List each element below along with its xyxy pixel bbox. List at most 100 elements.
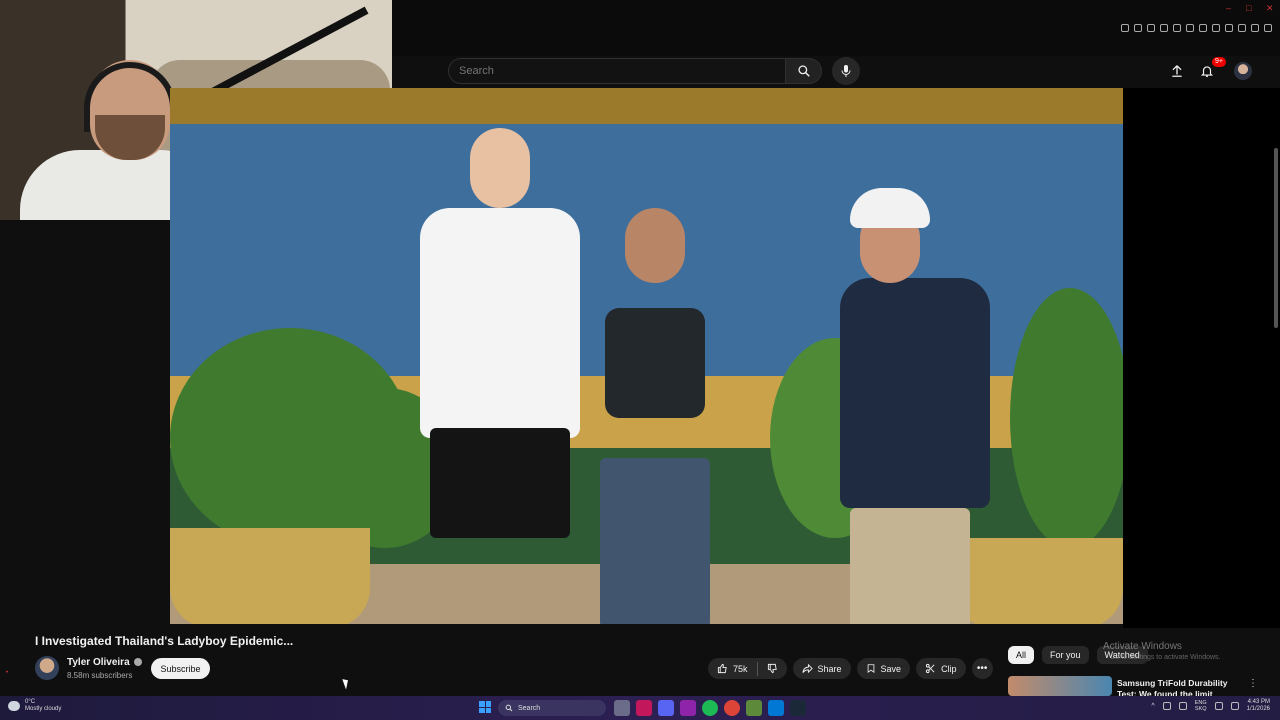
yt-header: 9+ bbox=[392, 56, 1280, 88]
minecraft-icon[interactable] bbox=[746, 700, 762, 716]
video-player[interactable] bbox=[170, 88, 1123, 624]
white-cap bbox=[850, 188, 930, 228]
notification-badge: 9+ bbox=[1212, 57, 1226, 67]
language-indicator[interactable]: ENG SKQ bbox=[1195, 700, 1207, 712]
search-input[interactable] bbox=[449, 59, 785, 83]
upload-icon bbox=[1172, 65, 1182, 77]
like-dislike-group: 75k bbox=[708, 658, 787, 679]
jeans bbox=[600, 458, 710, 624]
share-label: Share bbox=[817, 663, 842, 674]
dislike-button[interactable] bbox=[758, 663, 787, 674]
download-icon[interactable] bbox=[1251, 24, 1259, 32]
khaki-pants bbox=[850, 508, 970, 624]
share-button[interactable]: Share bbox=[792, 658, 851, 679]
clip-button[interactable]: Clip bbox=[916, 658, 966, 679]
more-actions-button[interactable]: ••• bbox=[971, 658, 993, 679]
taskbar-search-label: Search bbox=[518, 704, 541, 712]
scissors-icon bbox=[925, 663, 935, 674]
extensions-bar bbox=[1121, 24, 1272, 32]
windows-logo-tile bbox=[479, 707, 485, 713]
channel-avatar[interactable] bbox=[35, 656, 59, 680]
verified-icon bbox=[133, 658, 142, 667]
clip-label: Clip bbox=[941, 663, 957, 674]
subscribe-button[interactable]: Subscribe bbox=[151, 658, 210, 679]
bush-right bbox=[1010, 288, 1123, 548]
account-avatar[interactable] bbox=[1234, 62, 1252, 80]
windows-logo-tile bbox=[485, 707, 491, 713]
clock-date: 1/1/2026 bbox=[1246, 706, 1270, 712]
close-button[interactable]: ✕ bbox=[1266, 4, 1274, 13]
discord-icon[interactable] bbox=[658, 700, 674, 716]
next-icon[interactable] bbox=[680, 700, 696, 716]
related-video-thumbnail[interactable] bbox=[1008, 676, 1112, 696]
right-panel bbox=[1123, 88, 1280, 628]
search-icon bbox=[797, 65, 810, 77]
subscriber-count: 8.58m subscribers bbox=[67, 671, 133, 680]
shield-icon[interactable] bbox=[1160, 24, 1168, 32]
location-icon[interactable] bbox=[1186, 24, 1194, 32]
person-center bbox=[590, 208, 720, 624]
related-video-title[interactable]: Samsung TriFold Durability Test: We foun… bbox=[1117, 678, 1247, 696]
start-button[interactable] bbox=[479, 701, 491, 713]
heart-icon[interactable] bbox=[1199, 24, 1207, 32]
chip-for-you[interactable]: For you bbox=[1042, 646, 1089, 664]
planter-left bbox=[170, 528, 370, 624]
browser-chrome: – □ ✕ bbox=[392, 0, 1280, 56]
microphone-icon bbox=[841, 65, 851, 77]
share-icon bbox=[801, 663, 813, 674]
lang-line2: SKQ bbox=[1194, 706, 1207, 712]
chrome-icon[interactable] bbox=[724, 700, 740, 716]
bookmark-icon[interactable] bbox=[1134, 24, 1142, 32]
thumbs-down-icon bbox=[767, 663, 777, 674]
scrollbar[interactable] bbox=[1274, 148, 1278, 328]
weather-temp: 0°C bbox=[25, 699, 36, 705]
weather-text: 0°C Mostly cloudy bbox=[25, 699, 61, 713]
weather-widget[interactable]: 0°C Mostly cloudy bbox=[8, 699, 61, 713]
bell-icon bbox=[1200, 66, 1214, 78]
head bbox=[470, 128, 530, 208]
save-button[interactable]: Save bbox=[856, 658, 911, 679]
store-icon[interactable] bbox=[768, 700, 784, 716]
play-icon[interactable] bbox=[1173, 24, 1181, 32]
like-button[interactable]: 75k bbox=[708, 663, 757, 674]
weather-desc: Mostly cloudy bbox=[25, 706, 62, 712]
voice-search-button[interactable] bbox=[832, 57, 860, 85]
create-button[interactable] bbox=[1168, 62, 1186, 80]
battery-icon[interactable] bbox=[1230, 702, 1239, 710]
clock-time: 4:43 PM bbox=[1247, 699, 1270, 705]
tray-chevron-icon[interactable]: ^ bbox=[1151, 703, 1154, 710]
zoom-icon[interactable] bbox=[1121, 24, 1129, 32]
display-icon[interactable] bbox=[1214, 702, 1223, 710]
black-shorts bbox=[430, 428, 570, 538]
puzzle-icon[interactable] bbox=[1225, 24, 1233, 32]
reader-icon[interactable] bbox=[1147, 24, 1155, 32]
task-view-icon[interactable] bbox=[614, 700, 630, 716]
floral-shirt bbox=[840, 278, 990, 508]
extension-icon[interactable] bbox=[1212, 24, 1220, 32]
windows-logo-tile bbox=[485, 701, 491, 707]
steam-icon[interactable] bbox=[790, 700, 806, 716]
volume-icon[interactable] bbox=[1178, 702, 1187, 710]
maximize-button[interactable]: □ bbox=[1246, 4, 1254, 13]
channel-name-text[interactable]: Tyler Oliveira bbox=[67, 657, 130, 668]
profile-icon[interactable] bbox=[1238, 24, 1246, 32]
thumbs-up-icon bbox=[717, 663, 727, 674]
search-icon bbox=[505, 704, 513, 712]
notifications-button[interactable]: 9+ bbox=[1198, 57, 1226, 80]
channel-name[interactable]: Tyler Oliveira bbox=[67, 657, 142, 668]
minimize-button[interactable]: – bbox=[1226, 4, 1234, 13]
network-icon[interactable] bbox=[1162, 702, 1171, 710]
related-video-menu-icon[interactable]: ⋮ bbox=[1248, 678, 1258, 689]
taskbar-search[interactable]: Search bbox=[498, 700, 606, 716]
menu-icon[interactable] bbox=[1264, 24, 1272, 32]
system-tray: ^ ENG SKQ 4:43 PM 1/1/2026 bbox=[1151, 699, 1270, 713]
chip-all[interactable]: All bbox=[1008, 646, 1035, 664]
taskbar-apps bbox=[614, 700, 806, 716]
search-box bbox=[448, 58, 786, 84]
windows-logo-tile bbox=[479, 701, 485, 707]
opera-icon[interactable] bbox=[636, 700, 652, 716]
clock[interactable]: 4:43 PM 1/1/2026 bbox=[1247, 699, 1270, 713]
like-count: 75k bbox=[733, 663, 748, 674]
spotify-icon[interactable] bbox=[702, 700, 718, 716]
search-button[interactable] bbox=[786, 58, 822, 84]
